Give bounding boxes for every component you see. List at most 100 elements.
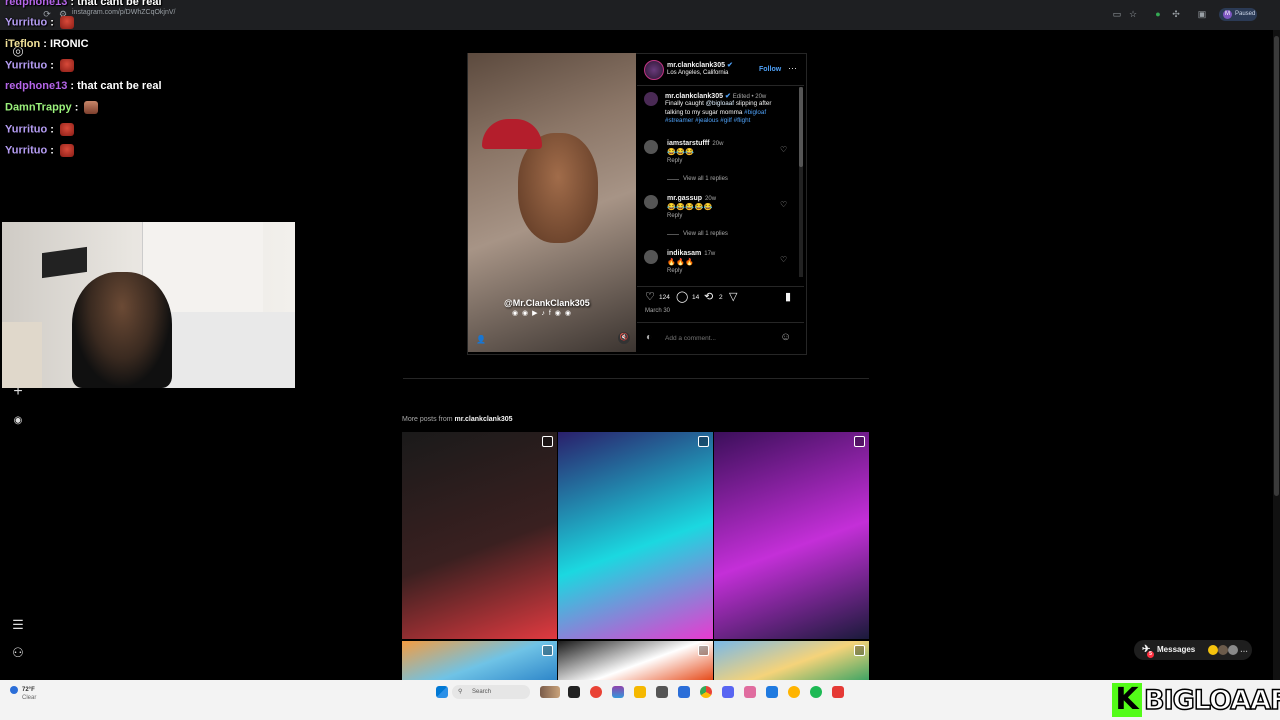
- post-thumbnail[interactable]: [714, 641, 869, 680]
- comment-text: 🔥🔥🔥: [667, 259, 695, 266]
- chat-emote-icon: [84, 101, 99, 114]
- chat-text: IRONIC: [50, 38, 89, 50]
- app-icon-red[interactable]: [832, 686, 844, 698]
- chat-username[interactable]: iTeflon: [5, 38, 40, 50]
- chat-username[interactable]: DamnTrappy: [5, 101, 72, 113]
- caption-avatar[interactable]: [644, 92, 658, 106]
- chat-username[interactable]: Yurrituo: [5, 123, 47, 135]
- comment-avatar[interactable]: [644, 195, 658, 209]
- spotify-icon[interactable]: [810, 686, 822, 698]
- comment-avatar[interactable]: [644, 140, 658, 154]
- sidebar-icon[interactable]: ▣: [1197, 9, 1207, 19]
- post-thumbnail[interactable]: [714, 432, 869, 639]
- view-replies-button[interactable]: View all 1 replies: [683, 231, 728, 237]
- chat-emote-icon: [59, 16, 74, 29]
- post-thumbnail[interactable]: [558, 432, 713, 639]
- actions-divider: [637, 286, 804, 287]
- chat-username[interactable]: redphone13: [5, 0, 67, 8]
- app-icon-blue[interactable]: [766, 686, 778, 698]
- star-icon[interactable]: ☆: [1128, 9, 1138, 19]
- author-name[interactable]: mr.clankclank305 ✔: [667, 61, 733, 69]
- header-divider: [637, 85, 804, 86]
- post-thumbnail[interactable]: [402, 432, 557, 639]
- taskbar-search[interactable]: ⚲ Search: [452, 685, 530, 699]
- post-location[interactable]: Los Angeles, California: [667, 70, 728, 76]
- discord-icon[interactable]: [722, 686, 734, 698]
- chat-separator: :: [67, 0, 78, 8]
- comment-reply-button[interactable]: Reply: [667, 268, 682, 274]
- comment-avatar[interactable]: [644, 250, 658, 264]
- chat-username[interactable]: Yurrituo: [5, 144, 47, 156]
- file-explorer-icon[interactable]: [634, 686, 646, 698]
- comment-like-icon[interactable]: ♡: [780, 145, 787, 154]
- comment-reply-button[interactable]: Reply: [667, 213, 682, 219]
- post-thumbnail[interactable]: [402, 641, 557, 680]
- more-options-icon[interactable]: ···: [788, 63, 797, 73]
- comment-like-icon[interactable]: ♡: [780, 200, 787, 209]
- comment-reply-button[interactable]: Reply: [667, 158, 682, 164]
- author-avatar[interactable]: [644, 60, 664, 80]
- comment-username[interactable]: iamstarstufff: [667, 140, 709, 147]
- caption-mention[interactable]: @bigloaaf: [706, 100, 734, 107]
- comment-icon[interactable]: ◯: [676, 290, 688, 303]
- menu-icon[interactable]: ☰: [10, 617, 26, 633]
- chrome-icon[interactable]: [700, 686, 712, 698]
- mail-icon[interactable]: [678, 686, 690, 698]
- search-highlight-icon[interactable]: [540, 686, 560, 698]
- chat-message: redphone13 : that cant be real: [5, 80, 162, 92]
- add-comment-input[interactable]: [663, 331, 777, 345]
- cast-icon[interactable]: ▭: [1112, 9, 1122, 19]
- post-thumbnail[interactable]: [558, 641, 713, 680]
- app-icon-pink[interactable]: [744, 686, 756, 698]
- comments-scrollbar[interactable]: [799, 87, 803, 277]
- comment-time: 20w: [712, 141, 724, 147]
- profile-avatar-icon[interactable]: ◉: [10, 413, 26, 429]
- page-scrollbar[interactable]: [1273, 30, 1280, 680]
- comment-like-icon[interactable]: ♡: [780, 255, 787, 264]
- messages-more-icon[interactable]: …: [1240, 640, 1248, 660]
- messages-button[interactable]: ✈ 5 Messages …: [1134, 640, 1252, 660]
- app-icon-dark[interactable]: [656, 686, 668, 698]
- like-icon[interactable]: ♡: [645, 290, 655, 303]
- user-tag-icon[interactable]: 👤: [476, 335, 486, 344]
- like-count[interactable]: 124: [659, 294, 670, 301]
- chat-text: that cant be real: [77, 0, 162, 8]
- comment-header: mr.gassup 20w: [667, 195, 716, 202]
- profile-paused-button[interactable]: M Paused: [1219, 8, 1257, 21]
- repost-icon[interactable]: ⟲: [704, 290, 713, 303]
- share-icon[interactable]: ▽: [729, 290, 737, 303]
- comment-username[interactable]: indikasam: [667, 250, 701, 257]
- more-posts-author[interactable]: mr.clankclank305: [455, 416, 513, 423]
- comment-header: iamstarstufff 20w: [667, 140, 723, 147]
- comment-username[interactable]: mr.gassup: [667, 195, 702, 202]
- windows-start-icon[interactable]: [436, 686, 448, 698]
- chat-emote-icon: [59, 144, 74, 157]
- puzzle-icon[interactable]: ✣: [1171, 9, 1181, 19]
- view-replies-button[interactable]: View all 1 replies: [683, 176, 728, 182]
- task-view-icon[interactable]: [568, 686, 580, 698]
- profile-avatar: M: [1223, 10, 1232, 19]
- emoji-picker-icon[interactable]: ☺: [780, 331, 791, 343]
- red-cap: [482, 119, 542, 149]
- post-actions: ♡ 124 ◯ 14 ⟲ 2 ▽ ▮: [637, 290, 804, 310]
- comment-text: 😂😂😂: [667, 149, 695, 156]
- threads-icon[interactable]: ⚇: [10, 645, 26, 661]
- chat-username[interactable]: Yurrituo: [5, 16, 47, 28]
- reel-icon: [698, 645, 709, 656]
- app-icon-yellow[interactable]: [788, 686, 800, 698]
- app-icon-purple[interactable]: [612, 686, 624, 698]
- chat-username[interactable]: redphone13: [5, 80, 67, 92]
- extension-green-icon[interactable]: ●: [1153, 9, 1163, 19]
- chat-username[interactable]: Yurrituo: [5, 59, 47, 71]
- follow-button[interactable]: Follow: [759, 66, 781, 73]
- opera-icon[interactable]: [590, 686, 602, 698]
- weather-widget[interactable]: 72°F Clear: [10, 686, 36, 702]
- reel-icon: [698, 436, 709, 447]
- save-bookmark-icon[interactable]: ▮: [785, 290, 791, 303]
- mute-icon[interactable]: 🔇: [618, 332, 630, 344]
- caption-author[interactable]: mr.clankclank305: [665, 93, 723, 100]
- post-video[interactable]: @Mr.ClankClank305 ◉ ◉ ▶ ♪ f ◉ ◉ 👤 🔇: [468, 53, 636, 352]
- comment-header: indikasam 17w: [667, 250, 715, 257]
- chat-separator: :: [40, 38, 51, 50]
- video-watermark: @Mr.ClankClank305: [504, 298, 590, 308]
